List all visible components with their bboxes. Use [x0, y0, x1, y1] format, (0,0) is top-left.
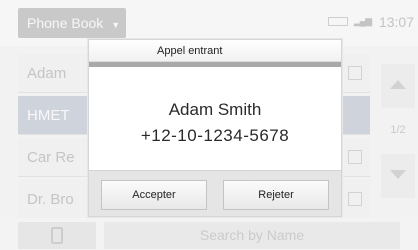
incoming-call-dialog: Appel entrant Adam Smith +12-10-1234-567…: [88, 39, 342, 217]
phonebook-menu-button[interactable]: Phone Book ▼: [18, 8, 126, 38]
contact-checkbox[interactable]: [348, 66, 362, 80]
scroll-down-button[interactable]: [381, 154, 415, 198]
search-by-name-button[interactable]: Search by Name: [104, 222, 400, 249]
caller-number: +12-10-1234-5678: [140, 126, 290, 145]
dialog-header-strip: [89, 62, 341, 67]
battery-icon: [327, 16, 348, 26]
bottom-bar: Search by Name: [0, 218, 418, 250]
accept-call-button[interactable]: Accepter: [101, 180, 207, 210]
contact-checkbox[interactable]: [348, 192, 362, 206]
home-button[interactable]: [18, 222, 96, 249]
signal-icon: ▂▄▆: [353, 15, 372, 26]
page-indicator: 1/2: [390, 124, 406, 136]
contact-name: Dr. Bro: [27, 191, 74, 208]
chevron-down-icon: ▼: [111, 20, 121, 30]
dialog-title: Appel entrant: [89, 40, 341, 62]
arrow-up-icon: [390, 80, 406, 89]
scroll-up-button[interactable]: [381, 64, 415, 108]
contact-name: Adam: [27, 65, 67, 82]
phone-handset-icon: [51, 227, 63, 244]
contact-checkbox[interactable]: [348, 150, 362, 164]
scroll-control: 1/2: [381, 54, 415, 204]
status-time: 13:07: [378, 14, 414, 30]
status-area: ▂▄▆ 13:07: [327, 14, 414, 30]
dialog-footer: Accepter Rejeter: [89, 170, 341, 216]
caller-name: Adam Smith: [168, 100, 262, 119]
contact-name: HMET: [27, 107, 70, 124]
contact-name: Car Re: [27, 149, 75, 166]
contact-checkbox[interactable]: [348, 108, 362, 122]
phonebook-title: Phone Book: [27, 15, 104, 31]
reject-call-button[interactable]: Rejeter: [223, 180, 329, 210]
arrow-down-icon: [390, 170, 406, 179]
